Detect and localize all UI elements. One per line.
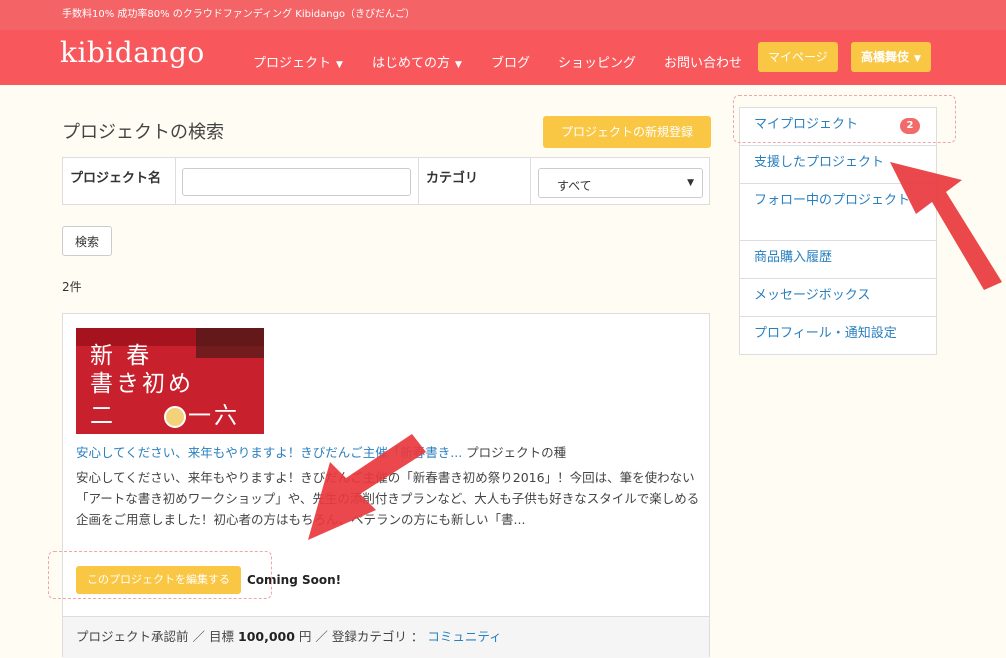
annotation-arrow-icon — [890, 162, 1002, 290]
top-announcement-bar: 手数料10% 成功率80% のクラウドファンディング Kibidango（きびだ… — [0, 0, 1006, 30]
mypage-button[interactable]: マイページ — [758, 42, 838, 72]
annotation-highlight-my-projects — [733, 95, 956, 143]
category-footer-label: 登録カテゴリ — [331, 629, 407, 644]
search-button[interactable]: 検索 — [62, 226, 112, 256]
category-select[interactable]: すべて ▼ — [538, 168, 703, 198]
nav-contact[interactable]: お問い合わせ — [664, 52, 742, 71]
nav-beginners[interactable]: はじめての方 ▼ — [372, 52, 462, 71]
thumb-line-2: 書き初め — [90, 371, 194, 397]
seal-icon — [164, 406, 186, 428]
category-label: カテゴリ — [419, 158, 531, 204]
nav-beginners-label: はじめての方 — [372, 56, 451, 71]
kibidango-logo[interactable]: kibidango — [60, 36, 205, 69]
separator: ／ — [315, 629, 328, 644]
nav-shopping[interactable]: ショッピング — [558, 52, 636, 71]
sidebar-item-profile-settings[interactable]: プロフィール・通知設定 — [740, 317, 936, 355]
project-name-input[interactable] — [182, 168, 411, 196]
result-count: 2件 — [62, 280, 82, 294]
goal-label: 目標 — [209, 629, 235, 644]
thumb-line-3: 二 — [90, 403, 116, 429]
project-name-label: プロジェクト名 — [63, 158, 176, 204]
annotation-arrow-icon — [308, 434, 426, 540]
nav-projects[interactable]: プロジェクト ▼ — [253, 52, 343, 71]
thumb-shadow — [196, 328, 264, 358]
project-stage-tag: プロジェクトの種 — [466, 445, 567, 460]
select-arrow-icon: ▼ — [687, 178, 694, 188]
thumb-line-4: 一六 — [188, 403, 240, 429]
caret-down-icon: ▼ — [455, 60, 462, 70]
page-title: プロジェクトの検索 — [62, 122, 224, 143]
new-project-button[interactable]: プロジェクトの新規登録 — [543, 116, 711, 148]
separator: ／ — [192, 629, 206, 644]
arrow-shape — [308, 434, 426, 540]
card-footer: プロジェクト承認前 ／ 目標 100,000 円 ／ 登録カテゴリ ： コミュニ… — [63, 616, 709, 658]
goal-unit: 円 — [298, 629, 312, 644]
nav-projects-label: プロジェクト — [253, 56, 332, 71]
goal-value: 100,000 — [238, 629, 295, 644]
project-thumbnail[interactable]: 新 春 書き初め 二 一六 — [76, 328, 264, 434]
arrow-shape — [890, 162, 1002, 290]
category-select-value: すべて — [557, 179, 592, 193]
caret-down-icon: ▼ — [914, 54, 921, 64]
user-name: 高橋舞伎 — [861, 50, 910, 64]
navbar: kibidango プロジェクト ▼ はじめての方 ▼ ブログ ショッピング お問い… — [0, 30, 1006, 85]
user-menu-button[interactable]: 高橋舞伎 ▼ — [851, 42, 931, 72]
annotation-highlight-edit-button — [48, 551, 272, 599]
category-link[interactable]: コミュニティ — [427, 629, 501, 644]
approval-status: プロジェクト承認前 — [76, 629, 189, 644]
search-form: プロジェクト名 カテゴリ すべて ▼ — [62, 157, 710, 205]
nav-blog[interactable]: ブログ — [491, 52, 530, 71]
colon: ： — [410, 629, 424, 644]
announcement-text: 手数料10% 成功率80% のクラウドファンディング Kibidango（きびだ… — [62, 9, 416, 20]
caret-down-icon: ▼ — [336, 60, 343, 70]
